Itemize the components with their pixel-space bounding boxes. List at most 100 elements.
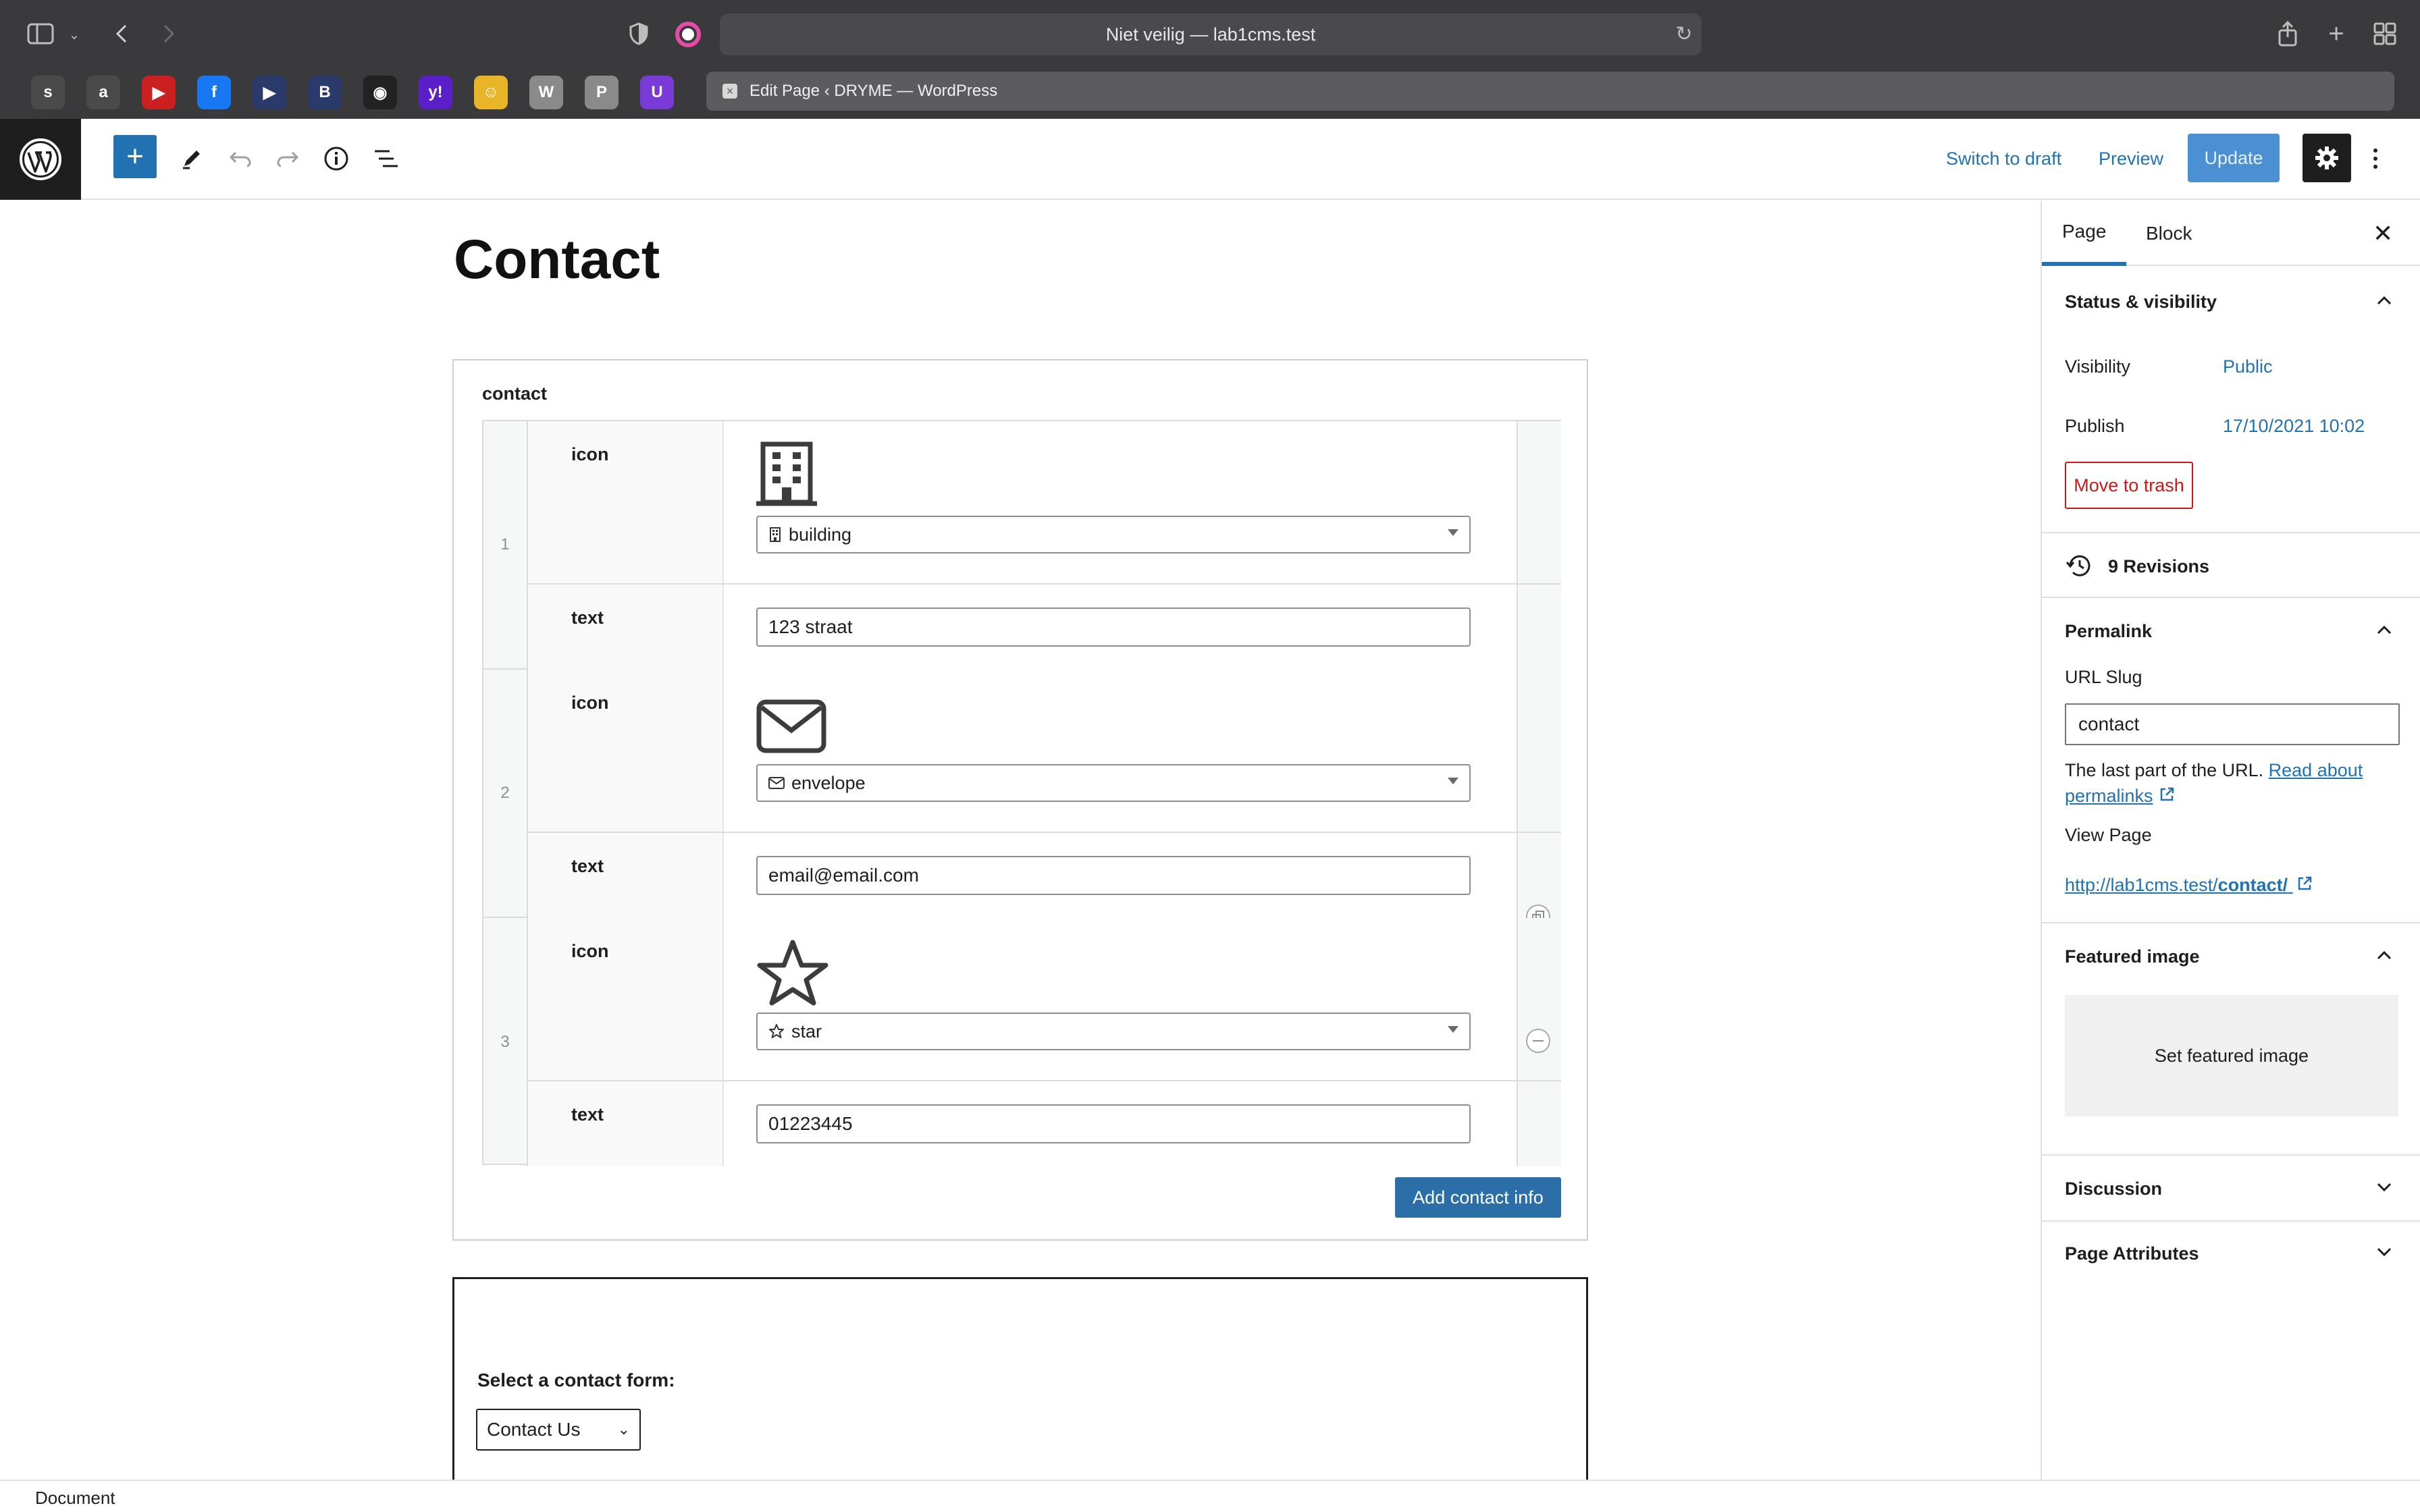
- favorite-bookmark-icon[interactable]: ▶: [253, 76, 286, 109]
- favorite-bookmark-icon[interactable]: ◉: [363, 76, 397, 109]
- tab-overview-icon[interactable]: [2371, 20, 2398, 47]
- chevron-up-icon[interactable]: [2374, 945, 2394, 965]
- icon-subfield: icon envelope: [528, 670, 1561, 833]
- text-subfield: text 123 straat: [528, 585, 1561, 670]
- details-button[interactable]: [321, 135, 351, 182]
- back-icon[interactable]: [108, 19, 135, 49]
- url-slug: contact/: [2217, 875, 2288, 895]
- options-button[interactable]: [2363, 135, 2388, 182]
- extension-icon[interactable]: [674, 20, 702, 49]
- favorite-bookmark-icon[interactable]: B: [308, 76, 342, 109]
- chevron-up-icon[interactable]: [2374, 290, 2394, 310]
- dropdown-arrow-icon: [1448, 1026, 1458, 1033]
- read-about-link[interactable]: Read about: [2269, 760, 2363, 780]
- row-number[interactable]: 3: [483, 918, 528, 1166]
- chevron-down-icon: ⌄: [617, 1421, 630, 1438]
- list-view-button[interactable]: [370, 135, 402, 182]
- building-icon: [756, 441, 817, 511]
- view-page-link[interactable]: http://lab1cms.test/contact/: [2065, 875, 2313, 897]
- permalinks-link[interactable]: permalinks: [2065, 786, 2153, 806]
- row-controls: [1517, 918, 1561, 1080]
- chevron-down-icon[interactable]: [2374, 1242, 2394, 1262]
- panel-toggle[interactable]: Discussion: [2065, 1179, 2162, 1199]
- favorite-bookmark-icon[interactable]: a: [86, 76, 120, 109]
- page-title[interactable]: Contact: [454, 228, 660, 292]
- block-breadcrumb-bar: Document: [0, 1480, 2420, 1512]
- visibility-toggle[interactable]: Public: [2223, 356, 2273, 377]
- forward-icon[interactable]: [155, 19, 182, 49]
- remove-row-button[interactable]: [1526, 1029, 1550, 1053]
- field-label: text: [528, 1081, 724, 1166]
- history-icon: [2065, 554, 2092, 581]
- icon-select[interactable]: star: [756, 1013, 1471, 1050]
- switch-to-draft-button[interactable]: Switch to draft: [1946, 135, 2061, 182]
- row-number[interactable]: 2: [483, 670, 528, 917]
- text-input[interactable]: email@email.com: [756, 856, 1471, 895]
- acf-contact-block[interactable]: contact 1 icon building text 123 straat …: [452, 359, 1588, 1241]
- reload-icon[interactable]: ↻: [1672, 22, 1696, 46]
- contact-form-block[interactable]: Select a contact form: Contact Us ⌄: [452, 1277, 1588, 1480]
- favorite-bookmark-icon[interactable]: ☺: [474, 76, 508, 109]
- help-text: The last part of the URL.: [2065, 760, 2264, 780]
- icon-select[interactable]: envelope: [756, 764, 1471, 802]
- row-controls: [1517, 421, 1561, 583]
- address-bar[interactable]: Niet veilig — lab1cms.test: [720, 14, 1702, 55]
- sidebar-toggle-icon[interactable]: [26, 20, 55, 47]
- repeater-row-2: 2 icon envelope text email@email.com: [483, 670, 1561, 929]
- chevron-down-icon[interactable]: ⌄: [66, 24, 82, 45]
- star-icon: [756, 938, 829, 1010]
- icon-select[interactable]: building: [756, 516, 1471, 554]
- contact-form-select[interactable]: Contact Us ⌄: [476, 1409, 641, 1451]
- redo-button[interactable]: [273, 135, 302, 182]
- publish-date-toggle[interactable]: 17/10/2021 10:02: [2223, 416, 2365, 437]
- panel-toggle[interactable]: Page Attributes: [2065, 1243, 2199, 1264]
- row-number[interactable]: 1: [483, 421, 528, 668]
- breadcrumb-document[interactable]: Document: [35, 1488, 115, 1509]
- close-tab-icon[interactable]: ×: [722, 84, 737, 99]
- favorite-bookmark-icon[interactable]: W: [529, 76, 563, 109]
- set-featured-image-button[interactable]: Set featured image: [2065, 995, 2398, 1116]
- row-controls: [1517, 1081, 1561, 1166]
- add-contact-info-button[interactable]: Add contact info: [1395, 1177, 1561, 1218]
- settings-button[interactable]: [2303, 134, 2351, 182]
- tools-button[interactable]: [177, 135, 207, 182]
- settings-sidebar: Page Block ✕ Status & visibility Visibil…: [2041, 201, 2420, 1480]
- favorite-bookmark-icon[interactable]: y!: [419, 76, 452, 109]
- icon-subfield: icon building: [528, 421, 1561, 585]
- favorite-bookmark-icon[interactable]: P: [585, 76, 619, 109]
- favorite-bookmark-icon[interactable]: s: [31, 76, 65, 109]
- shield-icon[interactable]: [627, 20, 651, 47]
- preview-button[interactable]: Preview: [2099, 135, 2163, 182]
- text-input[interactable]: 123 straat: [756, 608, 1471, 647]
- chevron-down-icon[interactable]: [2374, 1177, 2394, 1197]
- favorite-bookmark-icon[interactable]: ▶: [142, 76, 176, 109]
- favorite-bookmark-icon[interactable]: f: [197, 76, 231, 109]
- redo-icon: [277, 151, 299, 167]
- update-button[interactable]: Update: [2188, 134, 2280, 182]
- chevron-up-icon[interactable]: [2374, 620, 2394, 640]
- panel-toggle[interactable]: Featured image: [2065, 946, 2200, 967]
- undo-button[interactable]: [226, 135, 255, 182]
- revisions-link[interactable]: 9 Revisions: [2108, 556, 2209, 577]
- select-value: star: [791, 1021, 822, 1042]
- move-to-trash-button[interactable]: Move to trash: [2065, 462, 2193, 509]
- url-slug-input[interactable]: contact: [2065, 703, 2400, 745]
- revisions-panel[interactable]: 9 Revisions: [2042, 533, 2420, 598]
- close-sidebar-button[interactable]: ✕: [2373, 201, 2393, 266]
- view-page-label: View Page: [2065, 825, 2152, 845]
- browser-tab-active[interactable]: × Edit Page ‹ DRYME — WordPress: [706, 72, 2394, 111]
- wordpress-logo-icon[interactable]: [0, 119, 81, 200]
- tab-page[interactable]: Page: [2042, 201, 2127, 266]
- tab-block[interactable]: Block: [2146, 201, 2192, 266]
- minus-icon: [1533, 1040, 1544, 1042]
- add-block-button[interactable]: +: [113, 135, 157, 178]
- panel-toggle[interactable]: Status & visibility: [2065, 292, 2217, 313]
- select-value: building: [789, 524, 852, 545]
- panel-toggle[interactable]: Permalink: [2065, 621, 2152, 642]
- form-select-label: Select a contact form:: [477, 1370, 675, 1390]
- new-tab-icon[interactable]: +: [2323, 19, 2350, 49]
- row-controls: [1517, 670, 1561, 832]
- favorite-bookmark-icon[interactable]: U: [640, 76, 674, 109]
- text-input[interactable]: 01223445: [756, 1104, 1471, 1143]
- share-icon[interactable]: [2274, 19, 2301, 49]
